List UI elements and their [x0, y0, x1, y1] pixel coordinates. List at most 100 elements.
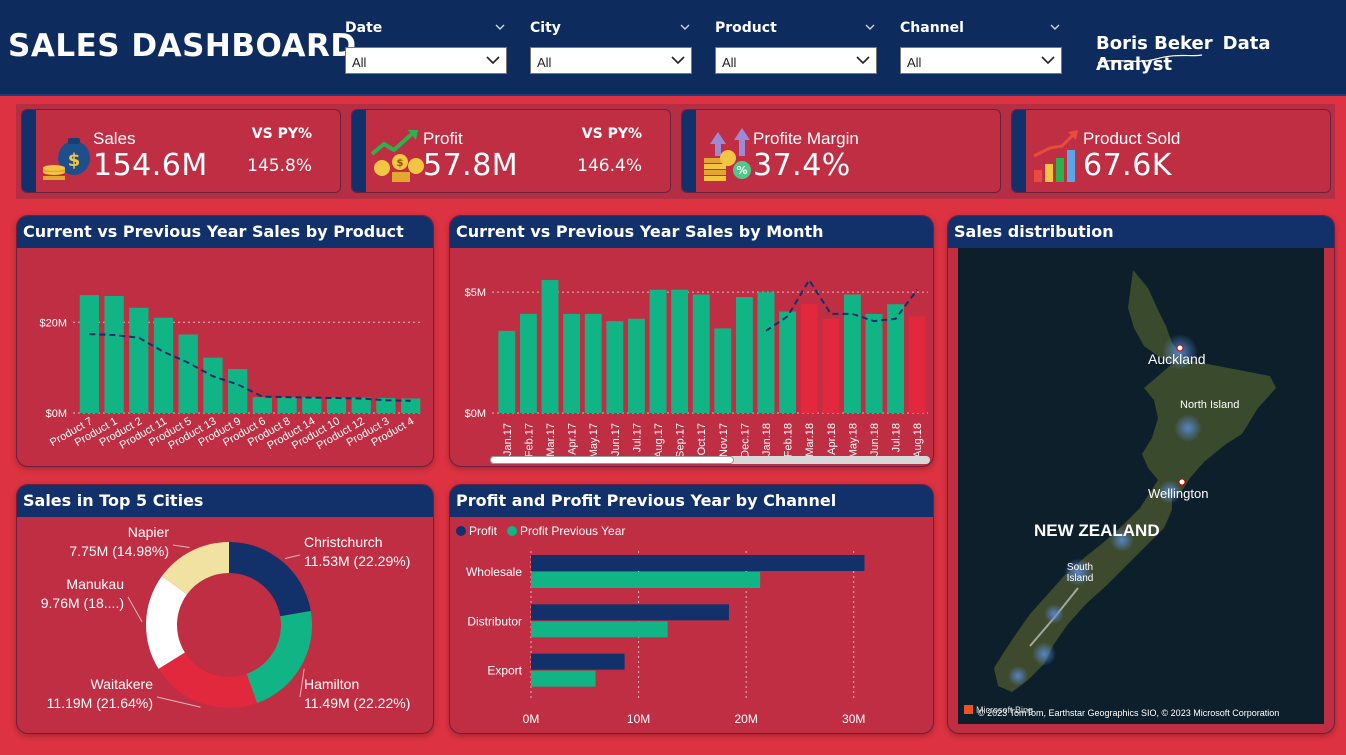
kpi-card-sales[interactable]: $ Sales 154.6M VS PY% 145.8% [21, 109, 341, 193]
filter-city[interactable]: City All [530, 20, 694, 74]
bar [326, 397, 347, 413]
slice-value-label: 11.19M (21.64%) [47, 695, 153, 711]
bar [627, 318, 645, 413]
x-tick-label: May.18 [847, 423, 859, 458]
dashboard-title: SALES DASHBOARD [8, 28, 357, 64]
bar [692, 294, 710, 413]
month-bar-chart: $0M $5M Jan.17 Feb.17 Mar.17 Apr.17 May.17 Jun.… [465, 278, 928, 458]
y-category-label: Distributor [467, 614, 522, 628]
chevron-down-icon [856, 56, 870, 65]
chevron-down-icon [671, 56, 685, 65]
scrollbar-thumb[interactable] [490, 456, 734, 464]
y-tick-label: $5M [465, 287, 486, 299]
bar [178, 334, 198, 413]
x-tick-label: Mar.17 [545, 423, 557, 457]
svg-text:$: $ [68, 150, 81, 171]
channel-select-value: All [907, 55, 922, 70]
x-tick-label: Aug.18 [912, 423, 924, 458]
chevron-down-icon[interactable] [680, 22, 690, 32]
donut-slice [246, 610, 312, 704]
legend-swatch [507, 526, 517, 536]
slice-value-label: 11.49M (22.22%) [304, 695, 410, 711]
author-name: Boris Beker [1096, 33, 1213, 54]
filter-channel[interactable]: Channel All [900, 20, 1064, 74]
panel-title: Profit and Profit Previous Year by Chann… [450, 485, 933, 517]
x-tick-label: Aug.17 [653, 423, 665, 458]
channel-bar-chart: 0M 10M 20M 30M Profit Profit Previous Year Who… [456, 524, 865, 726]
product-bar-chart: $0M$20MProduct 7Product 1Product 2Produc… [39, 295, 423, 452]
channel-select[interactable]: All [900, 47, 1062, 74]
panel-sales-by-product: Current vs Previous Year Sales by Produc… [16, 215, 434, 467]
bar [865, 313, 883, 413]
kpi-py-label: VS PY% [251, 126, 312, 142]
map-view[interactable]: Auckland North Island Wellington NEW ZEA… [958, 248, 1324, 724]
map-label-country: NEW ZEALAND [1034, 521, 1160, 540]
kpi-accent-bar [352, 110, 366, 192]
bar [843, 294, 861, 413]
bar [779, 311, 797, 413]
donut-slice [158, 652, 258, 708]
filter-date[interactable]: Date All [345, 20, 509, 74]
city-select[interactable]: All [530, 47, 692, 74]
leader-line [172, 544, 190, 548]
kpi-card-margin[interactable]: % Profite Margin 37.4% [681, 109, 1001, 193]
bar [531, 555, 865, 571]
bar [203, 357, 223, 413]
panel-sales-by-month: Current vs Previous Year Sales by Month … [449, 215, 934, 467]
y-tick-label: $20M [39, 317, 67, 329]
x-tick-label: Oct.17 [696, 423, 708, 455]
bar [584, 313, 602, 413]
kpi-label: Sales [93, 129, 136, 148]
author-brand: Boris Beker Data Analyst [1096, 33, 1346, 75]
bar-growth-icon [1033, 130, 1078, 182]
panel-title: Current vs Previous Year Sales by Month [450, 216, 933, 248]
kpi-card-profit[interactable]: $ Profit 57.8M VS PY% 146.4% [351, 109, 671, 193]
bar [531, 670, 596, 687]
bar [714, 328, 732, 413]
chevron-down-icon[interactable] [495, 22, 505, 32]
chevron-down-icon[interactable] [865, 22, 875, 32]
new-zealand-map[interactable] [958, 248, 1324, 724]
kpi-label: Product Sold [1083, 129, 1181, 148]
bar [822, 318, 840, 413]
kpi-value: 154.6M [93, 148, 208, 183]
kpi-py-label: VS PY% [581, 126, 642, 142]
kpi-value: 67.6K [1083, 148, 1172, 183]
kpi-value: 37.4% [753, 148, 851, 183]
slice-value-label: 7.75M (14.98%) [69, 543, 169, 559]
y-category-label: Wholesale [466, 565, 522, 579]
kpi-strip: $ Sales 154.6M VS PY% 145.8% $ Profit 57… [16, 104, 1335, 199]
bar [302, 397, 322, 413]
x-tick-label: Jan.17 [502, 423, 514, 456]
y-tick-label: $0M [465, 408, 486, 420]
date-select[interactable]: All [345, 47, 507, 74]
margin-coins-icon: % [704, 128, 751, 181]
x-tick-label: Jul.17 [631, 423, 643, 452]
bar [252, 397, 272, 413]
chevron-down-icon[interactable] [1050, 22, 1060, 32]
bar [908, 316, 926, 413]
svg-text:$: $ [397, 158, 404, 169]
filter-date-label: Date [345, 20, 383, 36]
horizontal-scrollbar[interactable] [490, 456, 930, 464]
x-tick-label: Sep.17 [675, 423, 687, 458]
kpi-accent-bar [682, 110, 696, 192]
bar [606, 321, 624, 413]
kpi-value: 57.8M [423, 148, 519, 183]
map-label-auckland: Auckland [1148, 351, 1206, 367]
panel-top-cities: Sales in Top 5 Cities Christchurch 11.53M… [16, 484, 434, 734]
panel-title: Current vs Previous Year Sales by Produc… [17, 216, 433, 248]
x-tick-label: Nov.17 [718, 423, 730, 457]
city-select-value: All [537, 55, 552, 70]
product-select[interactable]: All [715, 47, 877, 74]
kpi-card-product-sold[interactable]: Product Sold 67.6K [1011, 109, 1331, 193]
filter-product[interactable]: Product All [715, 20, 879, 74]
x-tick-label: 0M [523, 712, 540, 726]
leader-line [127, 596, 143, 623]
y-tick-label: $0M [46, 408, 67, 420]
bar [800, 304, 818, 413]
map-label-south-island: South Island [1066, 562, 1094, 584]
slice-label: Manukau [66, 576, 124, 592]
bar [563, 313, 581, 413]
bar [531, 653, 625, 670]
